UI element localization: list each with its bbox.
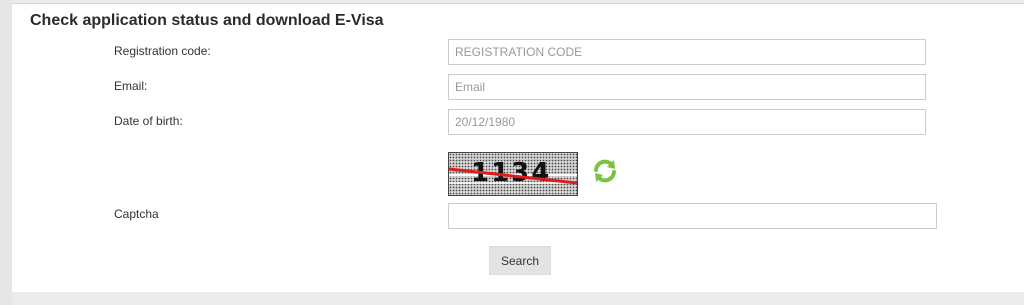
- captcha-label: Captcha: [114, 207, 159, 221]
- registration-code-input[interactable]: [448, 39, 926, 65]
- captcha-graphic: 1134: [449, 153, 577, 195]
- search-button[interactable]: Search: [489, 246, 551, 275]
- page-title: Check application status and download E-…: [30, 12, 384, 29]
- captcha-input[interactable]: [448, 203, 937, 229]
- date-of-birth-label: Date of birth:: [114, 114, 183, 128]
- date-of-birth-input[interactable]: [448, 109, 926, 135]
- email-input[interactable]: [448, 74, 926, 100]
- captcha-refresh-button[interactable]: [591, 157, 619, 185]
- email-label: Email:: [114, 79, 148, 93]
- registration-code-label: Registration code:: [114, 44, 211, 58]
- refresh-icon: [594, 159, 616, 183]
- evisa-status-panel: Check application status and download E-…: [12, 3, 1024, 292]
- page-gutter: [0, 0, 12, 305]
- captcha-image: 1134: [448, 152, 578, 196]
